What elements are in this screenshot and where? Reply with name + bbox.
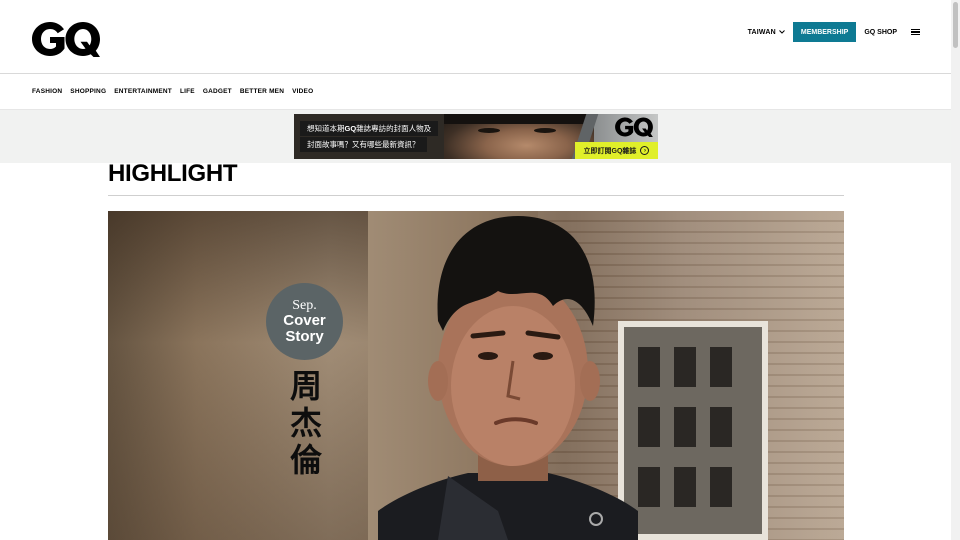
banner-eyes	[474, 128, 564, 136]
badge-month: Sep.	[292, 297, 317, 313]
hero-window	[618, 321, 768, 540]
nav-item-shopping[interactable]: SHOPPING	[70, 88, 106, 95]
arrow-right-icon: ›	[640, 146, 650, 155]
gq-shop-link[interactable]: GQ SHOP	[864, 29, 897, 36]
banner-text-line-2: 封面故事嗎？又有哪些最新資訊？	[300, 137, 427, 152]
nav-item-gadget[interactable]: GADGET	[203, 88, 232, 95]
chevron-down-icon	[779, 30, 785, 34]
gq-logo[interactable]	[32, 21, 100, 62]
main-nav: FASHION SHOPPING ENTERTAINMENT LIFE GADG…	[0, 73, 951, 110]
nav-item-life[interactable]: LIFE	[180, 88, 195, 95]
banner-text-line-1: 想知道本期GQ雜誌專訪的封面人物及	[300, 121, 439, 136]
banner-gq-logo	[615, 117, 653, 137]
membership-button[interactable]: MEMBERSHIP	[792, 22, 857, 42]
hero-background-blur	[108, 211, 368, 540]
cover-story-hero-image[interactable]: Sep. Cover Story 周 杰 倫	[108, 211, 844, 540]
region-label: TAIWAN	[747, 28, 776, 36]
region-selector[interactable]: TAIWAN	[748, 29, 785, 36]
nav-item-entertainment[interactable]: ENTERTAINMENT	[114, 88, 172, 95]
nav-item-better-men[interactable]: BETTER MEN	[240, 88, 284, 95]
badge-line-2: Story	[285, 327, 324, 345]
nav-item-video[interactable]: VIDEO	[292, 88, 313, 95]
cover-name-char: 杰	[289, 405, 322, 441]
ad-band: 想知道本期GQ雜誌專訪的封面人物及 封面故事嗎？又有哪些最新資訊？ 立即訂閱GQ…	[0, 110, 951, 163]
subscription-banner[interactable]: 想知道本期GQ雜誌專訪的封面人物及 封面故事嗎？又有哪些最新資訊？ 立即訂閱GQ…	[294, 114, 658, 159]
subscribe-cta-button[interactable]: 立即訂閱GQ雜誌 ›	[575, 142, 658, 159]
badge-line-1: Cover	[283, 311, 326, 329]
menu-icon[interactable]	[911, 28, 920, 36]
page-scrollbar[interactable]	[951, 0, 960, 540]
gq-logo-mark	[32, 22, 100, 57]
banner-hair	[444, 114, 594, 124]
nav-item-fashion[interactable]: FASHION	[32, 88, 62, 95]
section-divider	[108, 195, 844, 196]
cover-name-char: 周	[289, 368, 322, 404]
cover-name-char: 倫	[289, 442, 322, 478]
top-utility-nav: TAIWAN MEMBERSHIP GQ SHOP	[748, 22, 920, 42]
site-header: TAIWAN MEMBERSHIP GQ SHOP	[0, 0, 951, 74]
cover-name: 周 杰 倫	[286, 368, 326, 479]
subscribe-cta-label: 立即訂閱GQ雜誌	[583, 147, 637, 155]
cover-portrait	[378, 216, 638, 540]
cover-story-badge: Sep. Cover Story	[266, 283, 343, 360]
section-title: HIGHLIGHT	[108, 160, 238, 187]
scrollbar-thumb[interactable]	[953, 2, 958, 48]
